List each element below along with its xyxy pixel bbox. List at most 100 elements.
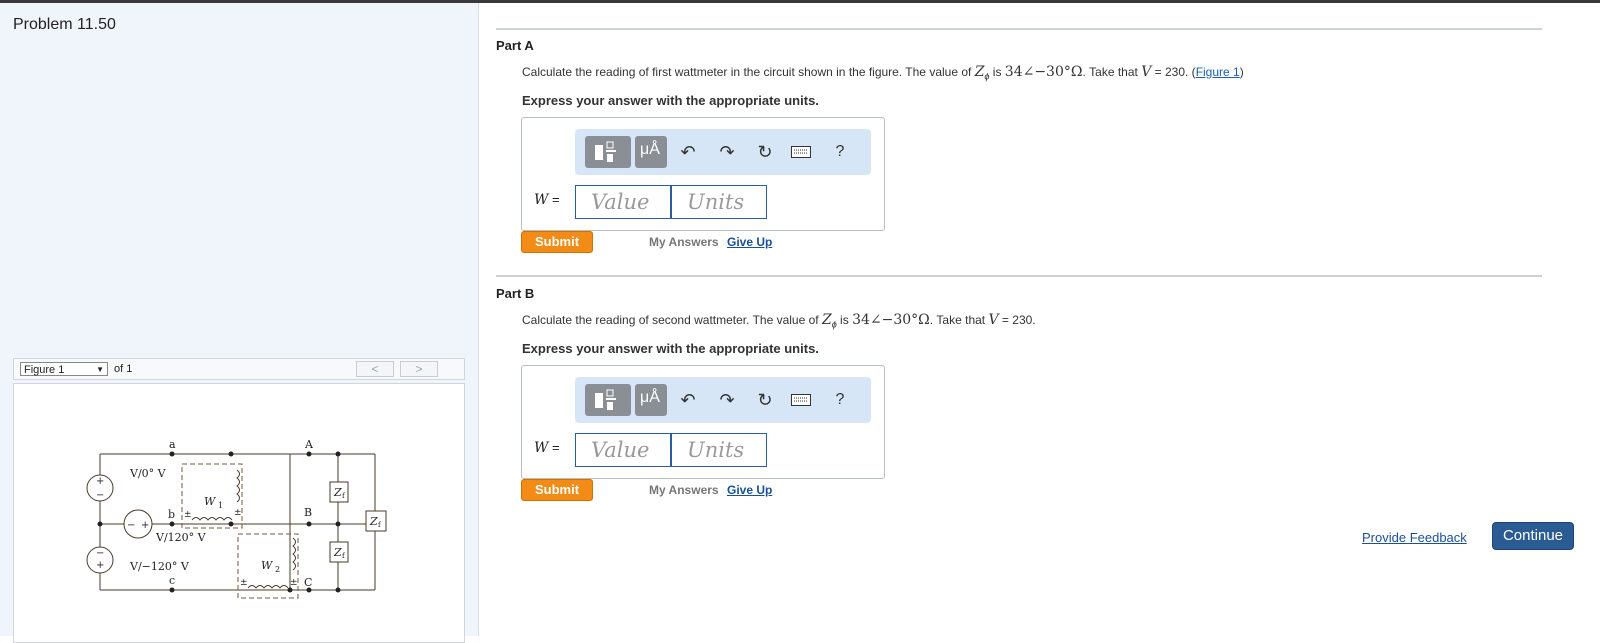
part-a-answer-box: μÅ ↶ ↷ ↻ ? W = Value Units <box>521 117 885 231</box>
wattmeter-2-voltage-polarity: ± <box>290 578 298 588</box>
redo-icon[interactable]: ↷ <box>715 141 739 163</box>
part-a-math-toolbar: μÅ ↶ ↷ ↻ ? <box>575 129 871 175</box>
part-b-title: Part B <box>496 286 535 301</box>
part-a-give-up-link[interactable]: Give Up <box>727 235 772 249</box>
figure-select-value: Figure 1 <box>24 364 65 376</box>
source-3-minus: − <box>96 548 104 559</box>
part-b-my-answers[interactable]: My Answers <box>649 483 719 497</box>
next-figure-button[interactable]: > <box>400 361 438 377</box>
source-1-label: V/0° V <box>129 467 167 480</box>
help-button[interactable]: ? <box>828 141 852 163</box>
source-3-label: V/−120° V <box>129 560 190 573</box>
figure-count: of 1 <box>114 363 133 375</box>
part-a-z-value: 34∠−30°Ω <box>1004 64 1083 80</box>
part-a-equals: = <box>548 192 560 207</box>
wattmeter-1-sub: 1 <box>218 501 223 510</box>
part-b-question: Calculate the reading of second wattmete… <box>522 312 1036 329</box>
part-b-w-symbol: W <box>534 440 549 456</box>
part-b-question-text: Calculate the reading of second wattmete… <box>522 313 822 327</box>
part-a-submit-button[interactable]: Submit <box>521 231 593 253</box>
part-a-answer-label: W = <box>534 192 560 208</box>
keyboard-icon[interactable] <box>789 389 813 411</box>
templates-icon <box>595 389 616 410</box>
part-a-question: Calculate the reading of first wattmeter… <box>522 64 1244 81</box>
part-b-v-symbol: V <box>988 312 999 328</box>
undo-icon[interactable]: ↶ <box>676 389 700 411</box>
source-2-label: V/120° V <box>155 531 207 544</box>
impedance-2-label: Z <box>333 546 342 559</box>
node-b-label: b <box>168 508 175 521</box>
help-button[interactable]: ? <box>828 389 852 411</box>
source-2-plus: + <box>141 520 149 531</box>
node-A-label: A <box>304 438 314 451</box>
units-button[interactable]: μÅ <box>635 384 667 416</box>
node-C-label: C <box>304 576 312 589</box>
part-b-z-symbol: Z <box>821 312 832 328</box>
part-b-take-text: . Take that <box>929 313 989 327</box>
redo-icon[interactable]: ↷ <box>715 389 739 411</box>
source-1-minus: − <box>96 490 104 501</box>
part-a-v-symbol: V <box>1141 64 1152 80</box>
part-a-title: Part A <box>496 38 534 53</box>
part-b-is-text: is <box>836 313 853 327</box>
circuit-diagram: a b c A B C V/0° V V/120° V V/−120° V W … <box>86 438 387 599</box>
part-a-question-text: Calculate the reading of first wattmeter… <box>522 65 975 79</box>
templates-icon <box>595 141 616 162</box>
source-3-plus: + <box>96 560 104 571</box>
part-b-value-input[interactable]: Value <box>575 433 671 467</box>
part-a-units-input[interactable]: Units <box>671 185 767 219</box>
wattmeter-1-label: W <box>204 495 217 508</box>
wattmeter-2-label: W <box>261 559 274 572</box>
part-a-z-symbol: Z <box>974 64 985 80</box>
reset-icon[interactable]: ↻ <box>753 389 777 411</box>
part-b-math-toolbar: μÅ ↶ ↷ ↻ ? <box>575 377 871 423</box>
problem-title: Problem 11.50 <box>13 16 116 33</box>
source-2-minus: − <box>127 520 135 531</box>
part-a-w-symbol: W <box>534 192 549 208</box>
left-panel: Problem 11.50 Figure 1 ▼ of 1 < > a b c … <box>0 3 479 643</box>
figure-1-link[interactable]: Figure 1 <box>1196 65 1240 79</box>
keyboard-icon[interactable] <box>789 141 813 163</box>
provide-feedback-link[interactable]: Provide Feedback <box>1362 530 1467 545</box>
wattmeter-2-sub: 2 <box>275 565 280 574</box>
impedance-3-label: Z <box>369 515 378 528</box>
part-a-express-instruction: Express your answer with the appropriate… <box>522 93 819 108</box>
part-a-close-paren: ) <box>1239 65 1244 79</box>
figure-navigator: Figure 1 ▼ of 1 < > <box>13 358 465 380</box>
part-b-give-up-link[interactable]: Give Up <box>727 483 772 497</box>
part-a-my-answers[interactable]: My Answers <box>649 235 719 249</box>
dropdown-arrow-icon: ▼ <box>96 365 104 374</box>
part-b-divider <box>496 275 1542 277</box>
part-a-divider <box>496 28 1542 30</box>
undo-icon[interactable]: ↶ <box>676 141 700 163</box>
figure-select[interactable]: Figure 1 ▼ <box>20 362 108 376</box>
source-1-plus: + <box>96 476 104 487</box>
part-a-v-value: = 230. ( <box>1151 65 1196 79</box>
units-button-label: μÅ <box>640 141 660 158</box>
impedance-1-label: Z <box>333 486 342 499</box>
wattmeter-1-voltage-polarity: ± <box>234 508 242 518</box>
node-a-label: a <box>169 438 176 451</box>
reset-icon[interactable]: ↻ <box>753 141 777 163</box>
part-b-units-input[interactable]: Units <box>671 433 767 467</box>
part-b-express-instruction: Express your answer with the appropriate… <box>522 341 819 356</box>
part-b-submit-button[interactable]: Submit <box>521 479 593 501</box>
wattmeter-1-current-polarity: ± <box>184 510 192 520</box>
part-a-take-text: . Take that <box>1082 65 1142 79</box>
part-a-value-input[interactable]: Value <box>575 185 671 219</box>
part-b-equals: = <box>548 440 560 455</box>
templates-button[interactable] <box>585 136 631 168</box>
templates-button[interactable] <box>585 384 631 416</box>
part-b-answer-box: μÅ ↶ ↷ ↻ ? W = Value Units <box>521 365 885 479</box>
part-b-v-value: = 230. <box>998 313 1036 327</box>
prev-figure-button[interactable]: < <box>356 361 394 377</box>
node-B-label: B <box>304 506 312 519</box>
continue-button[interactable]: Continue <box>1492 522 1574 550</box>
units-button[interactable]: μÅ <box>635 136 667 168</box>
node-c-label: c <box>169 574 175 587</box>
part-b-answer-label: W = <box>534 440 560 456</box>
part-b-z-value: 34∠−30°Ω <box>852 312 930 328</box>
wattmeter-2-current-polarity: ± <box>240 578 248 588</box>
figure-panel: a b c A B C V/0° V V/120° V V/−120° V W … <box>13 383 465 643</box>
units-button-label: μÅ <box>640 389 660 406</box>
